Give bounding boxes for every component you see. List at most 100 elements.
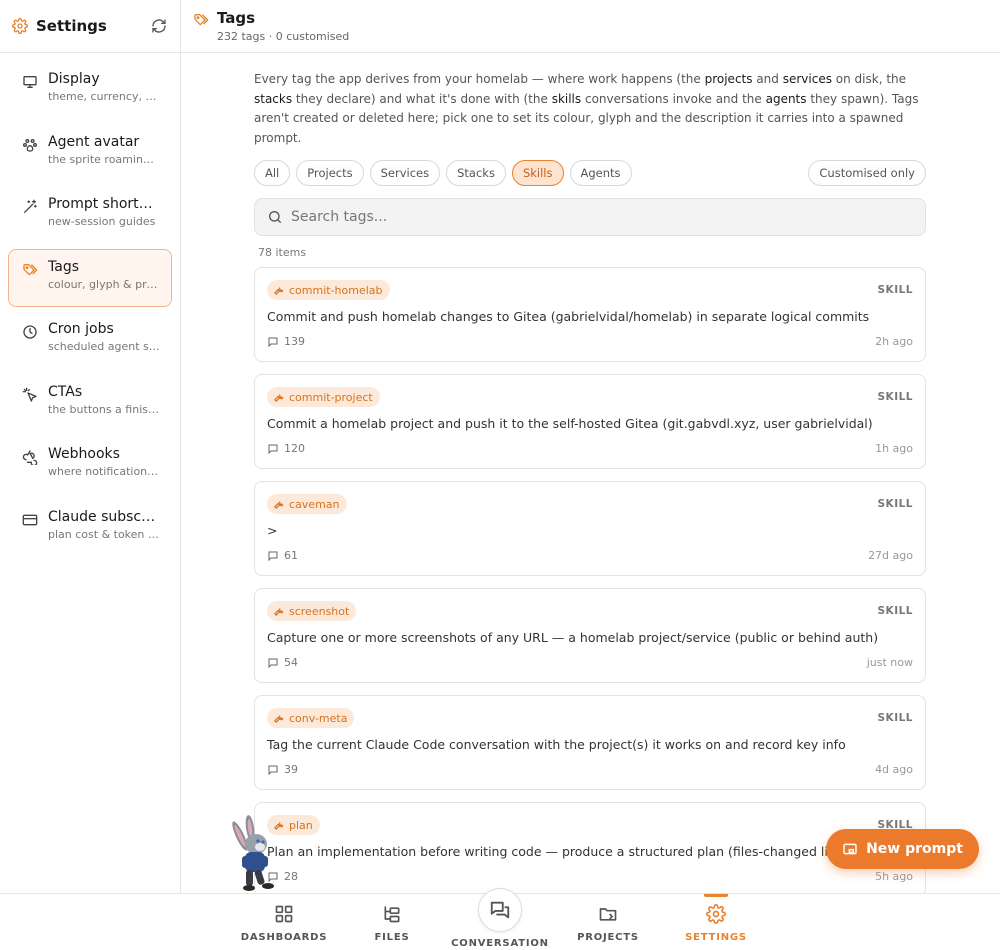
tag-pill: commit-homelab xyxy=(267,280,390,300)
sidebar-item-sub: scheduled agent sessions xyxy=(48,340,159,353)
sidebar-item-sub: plan cost & token budget xyxy=(48,527,159,541)
folder-icon xyxy=(597,903,619,925)
comment-count: 54 xyxy=(284,656,298,669)
sidebar-item-ctas[interactable]: CTAs the buttons a finished run shows xyxy=(8,374,172,432)
search-box xyxy=(254,198,926,236)
tag-name: conv-meta xyxy=(289,711,348,725)
comment-count: 120 xyxy=(284,442,305,455)
dashboard-icon xyxy=(273,903,295,925)
new-prompt-button[interactable]: New prompt xyxy=(826,829,979,869)
intro-keyword: services xyxy=(782,72,832,86)
sidebar-item-label: Agent avatar xyxy=(48,133,140,150)
filter-chip-all[interactable]: All xyxy=(254,160,291,186)
chat-icon xyxy=(478,888,522,932)
comment-icon xyxy=(267,764,279,776)
sidebar-item-label: CTAs xyxy=(48,383,83,400)
credit-card-icon xyxy=(21,511,39,529)
last-used-time: 1h ago xyxy=(875,442,913,455)
tag-card[interactable]: caveman SKILL > 61 27d ago xyxy=(254,481,926,576)
tag-card[interactable]: commit-project SKILL Commit a homelab pr… xyxy=(254,374,926,469)
tag-description: Plan an implementation before writing co… xyxy=(267,844,845,859)
tag-card[interactable]: commit-homelab SKILL Commit and push hom… xyxy=(254,267,926,362)
wrench-icon xyxy=(273,392,284,403)
comment-count: 139 xyxy=(284,335,305,348)
intro-keyword: agents xyxy=(765,91,807,106)
gear-icon xyxy=(705,903,727,925)
nav-label: PROJECTS xyxy=(577,932,639,943)
sidebar-item-webhooks[interactable]: Webhooks where notifications go xyxy=(8,436,172,494)
tag-description: Capture one or more screenshots of any U… xyxy=(267,630,879,645)
wrench-icon xyxy=(273,606,284,617)
tag-card[interactable]: conv-meta SKILL Tag the current Claude C… xyxy=(254,695,926,790)
tags-icon xyxy=(21,261,39,279)
tag-name: commit-project xyxy=(289,390,373,404)
tag-pill: commit-project xyxy=(267,387,380,407)
tag-kind: SKILL xyxy=(877,284,913,296)
last-used-time: 4d ago xyxy=(875,763,913,776)
filter-chip-skills[interactable]: Skills xyxy=(511,160,564,186)
refresh-icon[interactable] xyxy=(150,17,168,35)
sidebar-item-cron-jobs[interactable]: Cron jobs scheduled agent sessions xyxy=(8,311,172,369)
intro-keyword: projects xyxy=(704,72,753,86)
nav-conversation[interactable]: CONVERSATION xyxy=(450,888,550,950)
search-icon xyxy=(267,209,283,225)
filter-chip-services[interactable]: Services xyxy=(369,160,441,186)
filter-chip-stacks[interactable]: Stacks xyxy=(446,160,506,186)
filter-chip-agents[interactable]: Agents xyxy=(569,160,632,186)
tags-icon xyxy=(193,12,209,28)
last-used-time: 27d ago xyxy=(868,549,913,562)
sidebar-item-display[interactable]: Display theme, currency, timezone xyxy=(8,61,172,119)
sidebar-item-label: Webhooks xyxy=(48,446,120,462)
sidebar-item-sub: the sprite roaming the screen xyxy=(48,152,159,166)
main-content: Every tag the app derives from your home… xyxy=(181,54,1000,893)
sidebar-item-sub: theme, currency, timezone xyxy=(48,90,159,103)
tag-pill: conv-meta xyxy=(267,708,355,728)
settings-sidebar: Settings Display theme, currency, timezon… xyxy=(0,0,181,893)
comment-icon xyxy=(267,657,279,669)
comment-count: 39 xyxy=(284,763,298,776)
bottom-nav: DASHBOARDS FILES CONVERSATION PROJECTS S… xyxy=(0,888,1000,950)
comment-icon xyxy=(267,336,279,348)
gear-icon xyxy=(12,18,28,34)
sidebar-item-label: Claude subscription xyxy=(48,508,159,525)
sidebar-item-prompt-shortcuts[interactable]: Prompt shortcuts new-session guides xyxy=(8,186,172,244)
sidebar-item-sub: the buttons a finished run shows xyxy=(48,402,159,416)
sidebar-item-tags[interactable]: Tags colour, glyph & prompt context xyxy=(8,248,172,307)
tag-card[interactable]: screenshot SKILL Capture one or more scr… xyxy=(254,588,926,683)
sidebar-item-agent-avatar[interactable]: Agent avatar the sprite roaming the scree… xyxy=(8,124,172,182)
tag-description: Commit and push homelab changes to Gitea… xyxy=(267,309,870,324)
intro-keyword: stacks xyxy=(254,91,293,106)
intro-keyword: skills xyxy=(551,91,582,106)
sidebar-item-claude-subscription[interactable]: Claude subscription plan cost & token bud… xyxy=(8,499,172,557)
filter-chip-projects[interactable]: Projects xyxy=(296,160,364,186)
page-header: Tags 232 tags · 0 customised xyxy=(181,0,1000,53)
tag-pill: screenshot xyxy=(267,601,357,621)
last-used-time: just now xyxy=(866,656,913,669)
new-prompt-label: New prompt xyxy=(866,841,963,857)
sidebar-item-label: Cron jobs xyxy=(48,321,114,337)
wand-icon xyxy=(21,198,39,216)
sidebar-title: Settings xyxy=(36,17,107,35)
webhook-icon xyxy=(21,448,39,466)
agent-avatar-sprite[interactable] xyxy=(228,814,280,892)
nav-projects[interactable]: PROJECTS xyxy=(576,894,640,950)
nav-files[interactable]: FILES xyxy=(366,894,418,950)
tag-name: commit-homelab xyxy=(289,283,383,297)
page-subtitle: 232 tags · 0 customised xyxy=(217,30,350,43)
paw-icon xyxy=(21,136,39,154)
customised-only-toggle[interactable]: Customised only xyxy=(808,160,926,186)
comment-icon xyxy=(267,443,279,455)
search-input[interactable] xyxy=(291,209,913,225)
nav-label: SETTINGS xyxy=(685,932,747,943)
wrench-icon xyxy=(273,499,284,510)
nav-dashboards[interactable]: DASHBOARDS xyxy=(241,894,326,950)
tag-description: > xyxy=(267,523,278,538)
nav-settings[interactable]: SETTINGS xyxy=(684,894,748,950)
tag-kind: SKILL xyxy=(877,498,913,510)
sidebar-list: Display theme, currency, timezone Agent a… xyxy=(0,53,180,569)
wrench-icon xyxy=(273,285,284,296)
tag-kind: SKILL xyxy=(877,712,913,724)
sidebar-header: Settings xyxy=(0,0,180,53)
intro-text: Every tag the app derives from your home… xyxy=(254,72,919,145)
item-count: 78 items xyxy=(258,246,307,259)
